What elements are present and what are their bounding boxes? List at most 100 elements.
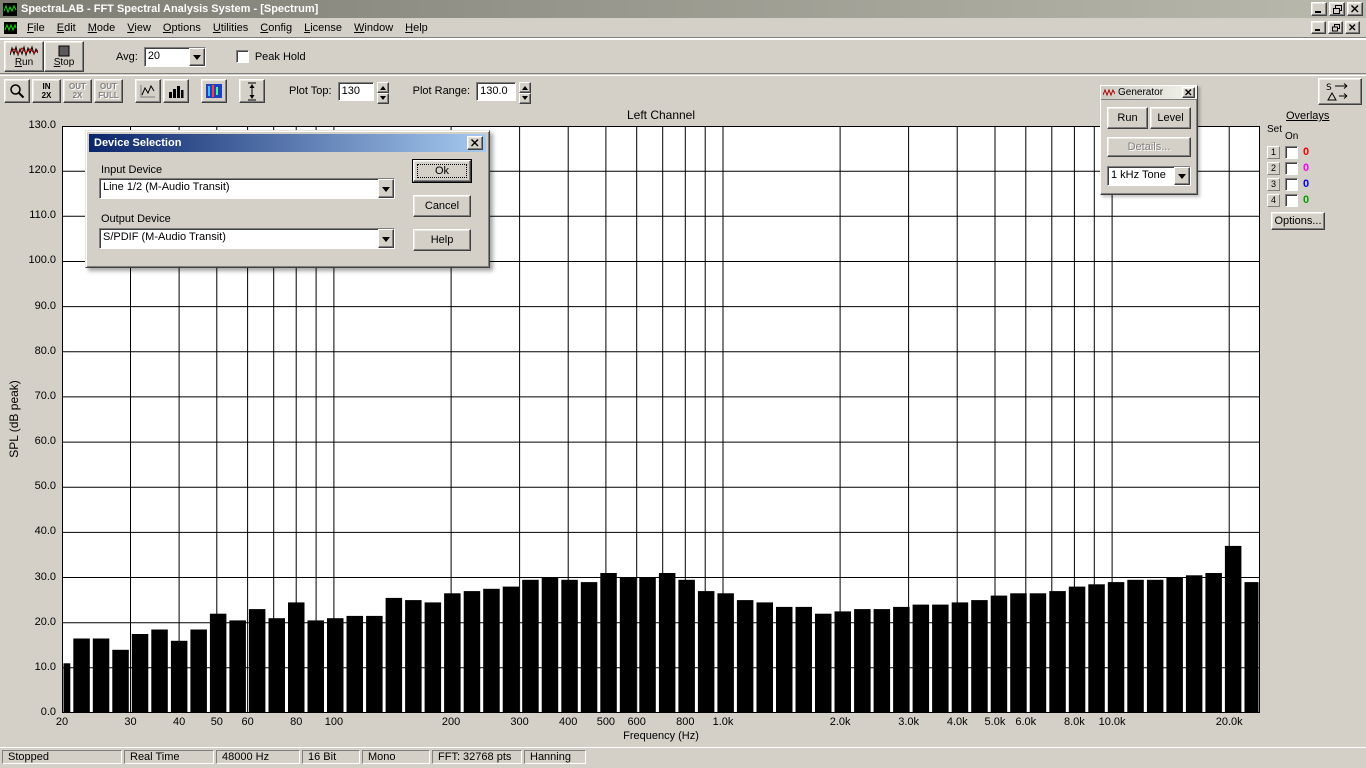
- magnifier-icon: [10, 84, 25, 99]
- output-device-select[interactable]: S/PDIF (M-Audio Transit): [99, 228, 395, 249]
- line-plot-view-button[interactable]: [135, 79, 161, 103]
- plot-top-spinner: [376, 81, 389, 104]
- spectrogram-view-button[interactable]: [201, 79, 227, 103]
- menu-utilities[interactable]: Utilities: [207, 19, 254, 37]
- zoom-out-full-line1: OUT: [100, 82, 117, 91]
- status-state: Stopped: [2, 750, 122, 764]
- mdi-minimize-button[interactable]: [1311, 21, 1326, 34]
- zoom-in-2x-line2: 2X: [41, 91, 52, 100]
- vertical-scale-button[interactable]: [239, 79, 265, 103]
- overlay-row-3: 30: [1267, 176, 1309, 192]
- status-window: Hanning: [524, 750, 586, 764]
- spin-down-icon[interactable]: [519, 92, 532, 104]
- x-axis-tick-label: 200: [441, 716, 461, 728]
- run-button[interactable]: Run: [4, 41, 44, 72]
- overlay-1-set-button[interactable]: 1: [1267, 145, 1280, 159]
- overlay-2-set-button[interactable]: 2: [1267, 161, 1280, 175]
- overlay-4-set-button[interactable]: 4: [1267, 193, 1280, 207]
- menu-license[interactable]: License: [298, 19, 348, 37]
- generator-tone-select[interactable]: 1 kHz Tone: [1107, 166, 1191, 186]
- mdi-restore-button[interactable]: [1328, 21, 1343, 34]
- generator-titlebar[interactable]: Generator: [1101, 86, 1197, 100]
- overlay-2-on-checkbox[interactable]: [1285, 161, 1298, 175]
- status-mode: Real Time: [124, 750, 214, 764]
- menu-help[interactable]: Help: [399, 19, 434, 37]
- minimize-button[interactable]: [1311, 2, 1327, 16]
- overlay-3-on-checkbox[interactable]: [1285, 177, 1298, 191]
- generator-run-button[interactable]: Run: [1107, 107, 1148, 129]
- generator-analyzer-toggle-button[interactable]: S: [1318, 78, 1362, 105]
- overlay-1-on-checkbox[interactable]: [1285, 145, 1298, 159]
- status-bit-depth: 16 Bit: [302, 750, 360, 764]
- overlay-3-count: 0: [1303, 178, 1310, 190]
- y-axis-tick-label: 0.0: [40, 706, 56, 718]
- generator-close-button[interactable]: [1182, 87, 1195, 98]
- focus-ring: [417, 164, 467, 178]
- chevron-down-icon[interactable]: [1174, 167, 1190, 185]
- plot-range-value: 130.0: [480, 85, 508, 97]
- spin-down-icon[interactable]: [376, 92, 389, 104]
- restore-button[interactable]: [1329, 2, 1345, 16]
- y-axis-tick-label: 120.0: [28, 164, 56, 177]
- stop-button[interactable]: Stop: [44, 41, 84, 72]
- menu-view[interactable]: View: [121, 19, 157, 37]
- plot-range-input[interactable]: 130.0: [476, 81, 517, 101]
- spin-up-icon[interactable]: [376, 81, 389, 93]
- zoom-in-2x-button[interactable]: IN 2X: [32, 79, 61, 103]
- x-axis-tick-label: 5.0k: [984, 716, 1006, 728]
- x-axis-tick-label: 4.0k: [946, 716, 968, 728]
- cancel-button[interactable]: Cancel: [413, 195, 471, 217]
- y-axis-tick-label: 40.0: [34, 525, 56, 538]
- dialog-close-button[interactable]: [467, 136, 483, 150]
- menu-config[interactable]: Config: [254, 19, 298, 37]
- x-axis-tick-label: 600: [627, 716, 646, 728]
- y-axis-tick-label: 90.0: [34, 299, 56, 312]
- plot-range-spinner: [519, 81, 532, 104]
- close-button[interactable]: [1347, 2, 1363, 16]
- title-bar: SpectraLAB - FFT Spectral Analysis Syste…: [0, 0, 1366, 18]
- mdi-close-button[interactable]: [1345, 21, 1360, 34]
- menu-items: File Edit Mode View Options Utilities Config Li…: [21, 19, 434, 37]
- menu-file[interactable]: File: [21, 19, 51, 37]
- menu-options[interactable]: Options: [157, 19, 207, 37]
- overlays-options-button[interactable]: Options...: [1271, 212, 1325, 230]
- spin-up-icon[interactable]: [519, 81, 532, 93]
- help-button[interactable]: Help: [413, 229, 471, 251]
- x-axis-tick-label: 300: [510, 716, 529, 728]
- avg-select[interactable]: 20: [143, 46, 206, 67]
- dialog-titlebar[interactable]: Device Selection: [89, 134, 486, 152]
- overlay-3-set-button[interactable]: 3: [1267, 177, 1280, 191]
- spectrogram-icon: [206, 84, 222, 98]
- menu-window[interactable]: Window: [348, 19, 399, 37]
- overlays-title[interactable]: Overlays: [1286, 110, 1329, 122]
- peak-hold-checkbox[interactable]: [235, 50, 249, 63]
- y-axis-tick-label: 130.0: [28, 119, 56, 131]
- generator-level-button[interactable]: Level: [1150, 107, 1191, 129]
- menu-edit[interactable]: Edit: [51, 19, 82, 37]
- waveform-icon: [10, 45, 38, 57]
- menu-mode[interactable]: Mode: [82, 19, 122, 37]
- bar-plot-view-button[interactable]: [163, 79, 189, 103]
- ok-button[interactable]: Ok: [412, 159, 472, 183]
- overlays-set-header: Set: [1267, 124, 1283, 135]
- x-axis-tick-label: 3.0k: [898, 716, 920, 728]
- input-device-select[interactable]: Line 1/2 (M-Audio Transit): [99, 178, 395, 199]
- zoom-tool-button[interactable]: [4, 79, 30, 103]
- x-axis-tick-label: 1.0k: [712, 716, 734, 728]
- plot-top-input[interactable]: 130: [337, 81, 374, 101]
- svg-text:S: S: [1326, 83, 1332, 93]
- overlay-4-on-checkbox[interactable]: [1285, 193, 1298, 207]
- stop-icon: [58, 45, 70, 57]
- y-axis-tick-label: 80.0: [34, 344, 56, 357]
- x-axis-tick-label: 40: [172, 716, 186, 728]
- input-device-label: Input Device: [101, 164, 163, 176]
- y-axis-tick-label: 70.0: [34, 389, 56, 402]
- y-axis-tick-label: 110.0: [29, 209, 56, 222]
- chevron-down-icon[interactable]: [378, 229, 394, 248]
- x-axis-tick-label: 50: [210, 716, 223, 728]
- plot-range-label: Plot Range:: [412, 85, 471, 97]
- chevron-down-icon[interactable]: [188, 47, 205, 66]
- generator-tone-value: 1 kHz Tone: [1111, 169, 1166, 181]
- x-axis-tick-label: 500: [596, 716, 616, 728]
- chevron-down-icon[interactable]: [378, 179, 394, 198]
